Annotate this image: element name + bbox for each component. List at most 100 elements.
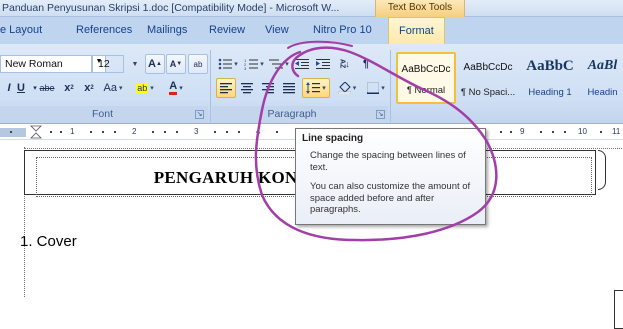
style-name: ¶ No Spaci...: [460, 87, 516, 98]
svg-text:3: 3: [244, 66, 247, 70]
ruler-tick: [114, 131, 116, 133]
tooltip-title: Line spacing: [302, 133, 364, 144]
increase-indent-button[interactable]: [313, 54, 333, 74]
borders-icon: [367, 82, 380, 94]
decrease-indent-button[interactable]: [292, 54, 312, 74]
clear-formatting-icon: ab: [193, 59, 203, 69]
style-no-spacing[interactable]: AaBbCcDc ¶ No Spaci...: [458, 52, 518, 104]
tab-format[interactable]: Format: [388, 17, 445, 44]
indent-marker-icon[interactable]: [30, 125, 42, 139]
ribbon-tabs: e Layout References Mailings Review View…: [0, 17, 623, 44]
window-title: Panduan Penyusunan Skripsi 1.doc [Compat…: [2, 2, 340, 14]
tab-view[interactable]: View: [265, 24, 289, 36]
tab-nitro-pro[interactable]: Nitro Pro 10: [313, 24, 372, 36]
ribbon: New Roman ▼ 12 ▼ A ▲ A ▼ ab I U ▾ abe x2 x…: [0, 44, 623, 124]
decrease-indent-icon: [295, 59, 309, 69]
strikethrough-icon: abe: [39, 83, 55, 93]
document-heading-cover[interactable]: 1. Cover: [20, 233, 77, 250]
align-left-button[interactable]: [216, 78, 236, 98]
italic-icon: I: [7, 82, 11, 94]
grow-font-button[interactable]: A ▲: [145, 54, 165, 74]
paragraph-dialog-launcher[interactable]: ↘: [376, 110, 385, 119]
increase-indent-icon: [316, 59, 330, 69]
shrink-font-button[interactable]: A ▼: [166, 54, 186, 74]
bullets-button[interactable]: ▾: [216, 54, 240, 74]
highlight-button[interactable]: ab ▾: [130, 78, 160, 98]
style-heading-1[interactable]: AaBbC Heading 1: [520, 52, 580, 104]
tab-page-layout[interactable]: e Layout: [0, 24, 42, 36]
clear-formatting-button[interactable]: ab: [188, 54, 208, 74]
style-normal[interactable]: AaBbCcDc ¶ Normal: [396, 52, 456, 104]
ruler-tick: [500, 131, 502, 133]
paragraph-group-label: Paragraph: [267, 108, 317, 120]
pilcrow-icon: ¶: [362, 58, 370, 70]
font-color-button[interactable]: A ▾: [162, 78, 190, 98]
ruler-tick: [226, 131, 228, 133]
align-right-button[interactable]: [258, 78, 278, 98]
group-separator: [390, 50, 391, 122]
tab-mailings[interactable]: Mailings: [147, 24, 187, 36]
style-name: Heading 1: [528, 87, 572, 98]
bullets-icon: [218, 58, 233, 70]
tab-references[interactable]: References: [76, 24, 132, 36]
style-sample: AaBbC: [526, 58, 574, 74]
numbering-button[interactable]: 1 2 3 ▾: [242, 54, 266, 74]
ruler-number: 1: [70, 127, 75, 136]
highlight-icon: ab: [136, 83, 149, 93]
tab-review[interactable]: Review: [209, 24, 245, 36]
font-size-box[interactable]: 12: [86, 55, 124, 73]
numbering-icon: 123: [244, 58, 259, 70]
line-spacing-button[interactable]: ▾: [302, 78, 330, 98]
font-size-dropdown[interactable]: ▼: [125, 54, 143, 74]
ruler-tick: [510, 131, 512, 133]
font-color-icon: A: [169, 81, 178, 95]
ruler-margin-left: [0, 128, 26, 137]
ruler-tick: [10, 131, 12, 133]
justify-icon: [283, 82, 295, 93]
font-name-box[interactable]: New Roman: [0, 55, 92, 73]
ruler-tick: [90, 131, 92, 133]
adjacent-text-box-edge: [614, 290, 623, 329]
align-left-icon: [220, 82, 232, 93]
align-center-button[interactable]: [237, 78, 257, 98]
text-box-tools-label: Text Box Tools: [375, 0, 465, 17]
grow-font-icon: A: [148, 58, 156, 70]
title-bar: Panduan Penyusunan Skripsi 1.doc [Compat…: [0, 0, 623, 17]
style-sample: AaBl: [587, 58, 618, 73]
change-case-icon: Aa: [103, 82, 117, 94]
tooltip-paragraph: You can also customize the amount of spa…: [310, 181, 471, 215]
sort-button[interactable]: AZ ↓: [334, 54, 354, 74]
ruler-number: 3: [194, 127, 199, 136]
ruler-tick: [176, 131, 178, 133]
font-size-value: 12: [98, 58, 110, 70]
align-right-icon: [262, 82, 274, 93]
ruler-tick: [564, 131, 566, 133]
superscript-button[interactable]: x2: [80, 78, 98, 98]
ruler-tick: [50, 131, 52, 133]
style-heading-2[interactable]: AaBl Headin: [582, 52, 623, 104]
tooltip-body: Change the spacing between lines of text…: [310, 150, 479, 216]
style-sample: AaBbCcDc: [463, 62, 513, 73]
ruler-number: 10: [578, 127, 587, 136]
strikethrough-button[interactable]: abe: [36, 78, 58, 98]
ruler-tick: [214, 131, 216, 133]
font-dialog-launcher[interactable]: ↘: [195, 110, 204, 119]
show-hide-button[interactable]: ¶: [356, 54, 376, 74]
change-case-button[interactable]: Aa ▾: [100, 78, 126, 98]
ruler-tick: [164, 131, 166, 133]
subscript-button[interactable]: x2: [60, 78, 78, 98]
borders-button[interactable]: ▾: [364, 78, 388, 98]
line-spacing-tooltip: Line spacing Change the spacing between …: [295, 128, 486, 225]
shading-button[interactable]: ▾: [332, 78, 362, 98]
ruler-tick: [600, 131, 602, 133]
ruler-tick: [540, 131, 542, 133]
ruler-tick: [102, 131, 104, 133]
multilevel-list-icon: [269, 59, 284, 69]
ruler-number: 2: [132, 127, 137, 136]
ruler-number: 4: [256, 127, 261, 136]
style-sample: AaBbCcDc: [401, 64, 451, 75]
font-group-label: Font: [91, 108, 113, 120]
multilevel-list-button[interactable]: ▾: [268, 54, 290, 74]
ruler-tick: [152, 131, 154, 133]
justify-button[interactable]: [279, 78, 299, 98]
